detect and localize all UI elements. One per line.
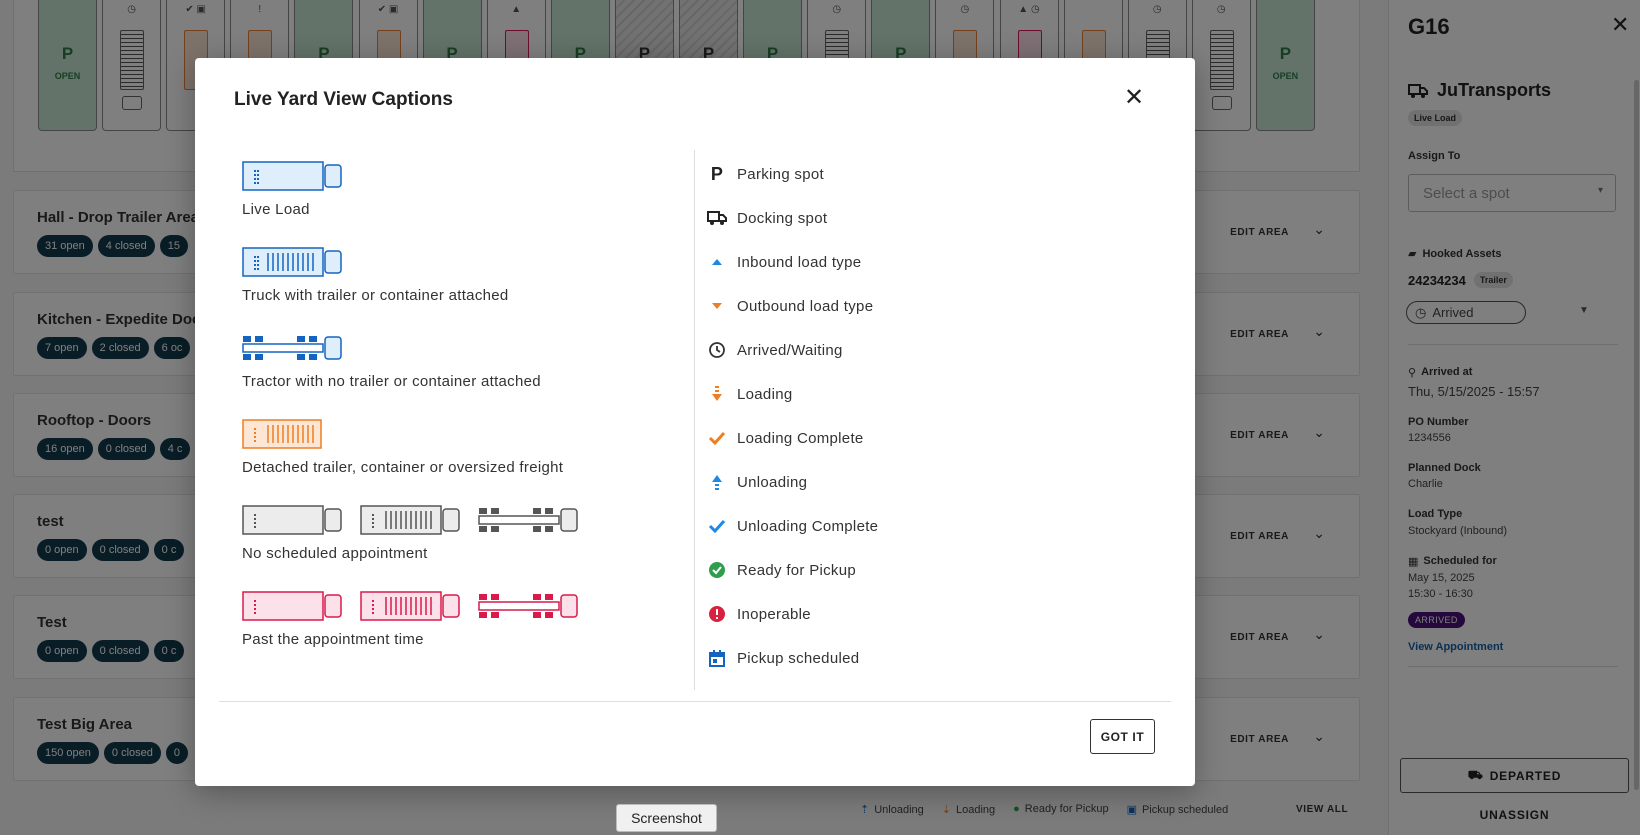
caption-no-appointment: No scheduled appointment <box>242 504 578 562</box>
live-load-icon <box>242 161 342 191</box>
modal-title: Live Yard View Captions <box>234 89 453 110</box>
caption-label: Unloading <box>737 473 808 491</box>
check-circle-icon <box>707 560 727 580</box>
caption-pickup-scheduled: Pickup scheduled <box>707 648 859 668</box>
caption-loading: Loading <box>707 384 793 404</box>
caption-label: Past the appointment time <box>242 631 424 648</box>
check-blue-icon <box>707 516 727 536</box>
caption-unloading: Unloading <box>707 472 807 492</box>
calendar-icon <box>707 648 727 668</box>
past-appointment-tractor-icon <box>478 594 578 618</box>
caption-label: Docking spot <box>737 209 828 227</box>
caption-label: Parking spot <box>737 165 824 183</box>
caption-label: Outbound load type <box>737 297 874 315</box>
caption-label: Truck with trailer or container attached <box>242 287 509 304</box>
outbound-arrow-icon <box>707 296 727 316</box>
caption-label: Tractor with no trailer or container att… <box>242 373 541 390</box>
truck-with-trailer-icon <box>242 247 342 277</box>
caption-label: Ready for Pickup <box>737 561 857 579</box>
caption-label: No scheduled appointment <box>242 545 428 562</box>
caption-label: Inbound load type <box>737 253 862 271</box>
truck-icon <box>707 208 727 228</box>
caption-parking-spot: P Parking spot <box>707 164 824 184</box>
caption-live-load: Live Load <box>242 160 342 218</box>
clock-history-icon <box>707 340 727 360</box>
past-appointment-live-load-icon <box>242 591 342 621</box>
captions-modal: Live Yard View Captions ✕ Live Load Truc… <box>195 58 1195 786</box>
caption-truck-with-trailer: Truck with trailer or container attached <box>242 246 509 304</box>
caption-inbound-load: Inbound load type <box>707 252 861 272</box>
caption-label: Pickup scheduled <box>737 649 860 667</box>
loading-arrow-icon <box>707 384 727 404</box>
inbound-arrow-icon <box>707 252 727 272</box>
got-it-button[interactable]: GOT IT <box>1090 719 1155 754</box>
footer-divider <box>219 701 1171 702</box>
caption-unloading-complete: Unloading Complete <box>707 516 878 536</box>
caption-docking-spot: Docking spot <box>707 208 827 228</box>
caption-label: Live Load <box>242 201 310 218</box>
tractor-icon <box>242 336 342 360</box>
caption-label: Inoperable <box>737 605 811 623</box>
unloading-arrow-icon <box>707 472 727 492</box>
caption-tractor-only: Tractor with no trailer or container att… <box>242 332 541 390</box>
caption-label: Arrived/Waiting <box>737 341 843 359</box>
caption-outbound-load: Outbound load type <box>707 296 873 316</box>
detached-trailer-icon <box>242 419 322 449</box>
no-appointment-trailer-icon <box>360 505 460 535</box>
caption-arrived-waiting: Arrived/Waiting <box>707 340 843 360</box>
check-orange-icon <box>707 428 727 448</box>
caption-detached-trailer: Detached trailer, container or oversized… <box>242 418 563 476</box>
caption-ready-for-pickup: Ready for Pickup <box>707 560 856 580</box>
caption-inoperable: Inoperable <box>707 604 811 624</box>
caption-label: Unloading Complete <box>737 517 879 535</box>
close-icon[interactable]: ✕ <box>1124 86 1144 110</box>
column-divider <box>694 150 695 690</box>
alert-circle-icon <box>707 604 727 624</box>
caption-label: Detached trailer, container or oversized… <box>242 459 564 476</box>
parking-icon: P <box>710 163 724 184</box>
no-appointment-tractor-icon <box>478 508 578 532</box>
past-appointment-trailer-icon <box>360 591 460 621</box>
no-appointment-live-load-icon <box>242 505 342 535</box>
caption-loading-complete: Loading Complete <box>707 428 864 448</box>
caption-past-appointment: Past the appointment time <box>242 590 578 648</box>
screenshot-tooltip: Screenshot <box>616 804 717 832</box>
caption-label: Loading Complete <box>737 429 864 447</box>
caption-label: Loading <box>737 385 793 403</box>
